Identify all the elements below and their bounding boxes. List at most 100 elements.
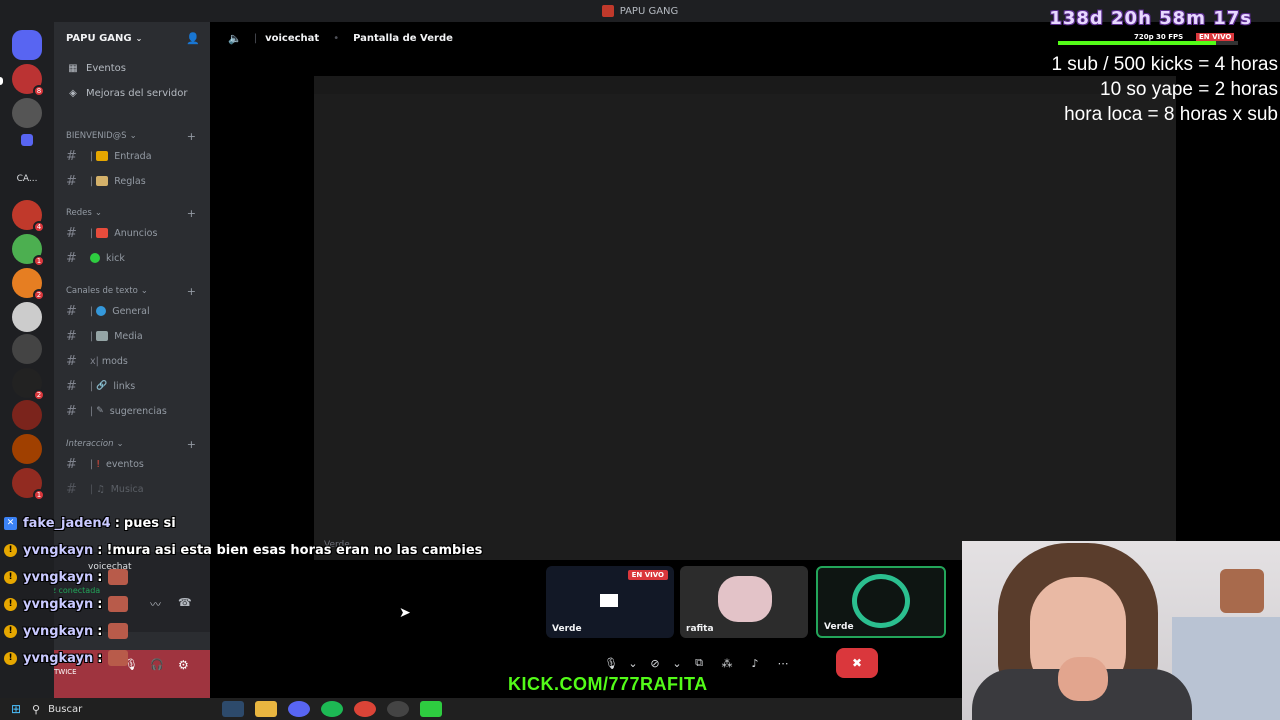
hash-icon: # [66, 403, 77, 419]
emote-icon [108, 623, 129, 639]
channel-general[interactable]: # | General [66, 300, 206, 322]
discord-home-icon[interactable] [12, 30, 42, 60]
headphones-icon[interactable]: 🎧 [150, 658, 164, 671]
chat-username: yvngkayn [23, 569, 94, 585]
subathon-timer: 138d 20h 58m 17s [1049, 8, 1252, 29]
channel-links[interactable]: # | 🔗 links [66, 375, 206, 397]
microphone-icon[interactable]: 🎙 [600, 652, 622, 674]
server-icon-papu-gang[interactable]: 8 [12, 64, 45, 97]
channel-entrada[interactable]: # | Entrada [66, 145, 206, 167]
soundboard-icon[interactable]: ♪ [744, 652, 766, 674]
server-icon[interactable] [12, 334, 42, 364]
channel-reglas[interactable]: # | Reglas [66, 170, 206, 192]
minecraft-icon[interactable] [420, 701, 442, 717]
channel-kick[interactable]: # kick [66, 247, 206, 269]
chevron-down-icon: ⌄ [116, 439, 124, 449]
screen-share-icon[interactable]: ⧉ [688, 652, 710, 674]
boost-icon: ◈ [69, 87, 77, 99]
category-bienvenidos[interactable]: BIENVENID@S ⌄ + [66, 129, 202, 143]
camera-off-icon[interactable]: ⊘ [644, 652, 666, 674]
rule-line: 10 so yape = 2 horas [1100, 79, 1278, 100]
windows-taskbar: ⊞ ⚲ Buscar [0, 698, 962, 720]
add-user-icon[interactable]: 👤 [186, 32, 200, 45]
spotify-icon[interactable] [321, 701, 343, 717]
chrome-icon[interactable] [354, 701, 376, 717]
scroll-emoji-icon [96, 176, 109, 186]
nav-events[interactable]: ▦ Eventos [66, 58, 206, 78]
category-label: BIENVENID@S [66, 131, 127, 141]
category-interaccion[interactable]: Interaccion ⌄ + [66, 437, 202, 451]
more-options-icon[interactable]: ⋯ [772, 652, 794, 674]
participant-tile-verde-stream[interactable]: EN VIVO Verde [546, 566, 674, 638]
close-icon: ✖ [851, 656, 863, 670]
channel-media[interactable]: # | Media [66, 325, 206, 347]
chevron-down-icon: ⌄ [140, 286, 148, 296]
channel-anuncios[interactable]: # | Anuncios [66, 222, 206, 244]
server-folder-label[interactable]: CA... [8, 174, 46, 184]
server-icon[interactable]: 4 [12, 200, 45, 233]
globe-emoji-icon [96, 306, 107, 316]
channel-name: sugerencias [109, 405, 167, 417]
channel-name: eventos [106, 458, 144, 470]
channel-sugerencias[interactable]: # | ✎ sugerencias [66, 400, 206, 422]
nav-label: Eventos [86, 62, 126, 74]
leave-call-button[interactable]: ✖ [836, 648, 878, 678]
progress-fill [1058, 41, 1217, 45]
screen-share-stream[interactable]: Verde [314, 76, 1176, 560]
channel-name: links [113, 380, 136, 392]
server-header[interactable]: PAPU GANG ⌄ 👤 [54, 22, 210, 54]
channel-mods[interactable]: # x| mods [66, 350, 206, 372]
participant-tile-rafita[interactable]: rafita [680, 566, 808, 638]
server-icon[interactable]: 2 [12, 268, 45, 301]
add-channel-icon[interactable]: + [187, 130, 196, 143]
server-icon [601, 5, 614, 17]
discord-icon[interactable] [288, 701, 310, 717]
screen: PAPU GANG 8 CA... 4 1 2 2 1 PAPU GANG ⌄ … [0, 0, 1280, 720]
disconnect-icon[interactable]: ☎ [178, 596, 192, 609]
voice-channel-title[interactable]: voicechat [265, 33, 319, 44]
server-icon[interactable]: 1 [12, 468, 45, 501]
server-name: PAPU GANG [66, 32, 132, 44]
server-icon[interactable]: 1 [12, 234, 45, 267]
channel-name: mods [101, 355, 128, 367]
server-icon[interactable] [12, 434, 42, 464]
search-icon: ⚲ [32, 702, 41, 716]
wave-emoji-icon [96, 151, 109, 161]
add-channel-icon[interactable]: + [187, 285, 196, 298]
avatar [852, 574, 910, 628]
chevron-down-icon[interactable]: ⌄ [628, 652, 638, 674]
server-icon[interactable] [12, 302, 42, 332]
noise-suppression-icon[interactable]: 〰 [150, 596, 161, 612]
category-label: Interaccion [66, 439, 114, 449]
file-explorer-icon[interactable] [255, 701, 277, 717]
folder-icon[interactable] [21, 134, 33, 146]
server-icon[interactable]: 2 [12, 368, 45, 401]
taskbar-search[interactable]: ⚲ Buscar [32, 698, 222, 720]
chat-message: ! yvngkayn: !mura asi esta bien esas hor… [4, 539, 482, 561]
channel-eventos[interactable]: # |! eventos [66, 453, 206, 475]
task-view-icon[interactable] [222, 701, 244, 717]
channel-name: Anuncios [114, 227, 158, 239]
category-redes[interactable]: Redes ⌄ + [66, 206, 202, 220]
hash-icon: # [66, 328, 77, 344]
stream-quality: 720p 30 FPS [1134, 33, 1184, 41]
chevron-down-icon: ⌄ [129, 131, 137, 141]
settings-gear-icon[interactable]: ⚙ [178, 658, 189, 672]
channel-name: Entrada [114, 150, 152, 162]
nav-server-boosts[interactable]: ◈ Mejoras del servidor [66, 83, 206, 103]
add-channel-icon[interactable]: + [187, 207, 196, 220]
add-channel-icon[interactable]: + [187, 438, 196, 451]
green-circle-icon [90, 253, 100, 263]
server-icon[interactable] [12, 98, 42, 128]
chat-colon: : [97, 542, 103, 558]
windows-start-icon[interactable]: ⊞ [0, 702, 32, 716]
obs-icon[interactable] [387, 701, 409, 717]
category-canales-de-texto[interactable]: Canales de texto ⌄ + [66, 284, 202, 298]
participant-tile-verde[interactable]: Verde [816, 566, 946, 638]
server-icon[interactable] [12, 400, 42, 430]
channel-name: kick [106, 252, 125, 264]
activities-icon[interactable]: ⁂ [716, 652, 738, 674]
hash-icon: # [66, 225, 77, 241]
channel-musica[interactable]: # | ♫ Musica [66, 478, 206, 500]
chevron-down-icon[interactable]: ⌄ [672, 652, 682, 674]
